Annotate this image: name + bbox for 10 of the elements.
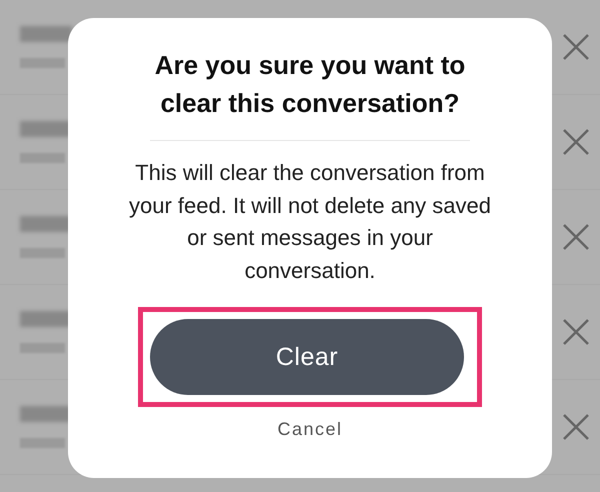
blurred-name bbox=[20, 26, 72, 42]
dialog-title: Are you sure you want to clear this conversation? bbox=[154, 49, 466, 120]
close-icon[interactable] bbox=[562, 223, 590, 251]
close-icon[interactable] bbox=[562, 413, 590, 441]
close-icon[interactable] bbox=[562, 33, 590, 61]
close-icon[interactable] bbox=[562, 318, 590, 346]
cancel-button[interactable]: Cancel bbox=[273, 417, 347, 442]
clear-button[interactable]: Clear bbox=[150, 319, 464, 395]
close-icon[interactable] bbox=[562, 128, 590, 156]
dialog-message: This will clear the conversation from your feed. It will not delete any saved or sent messages in your conversation. bbox=[128, 159, 492, 284]
